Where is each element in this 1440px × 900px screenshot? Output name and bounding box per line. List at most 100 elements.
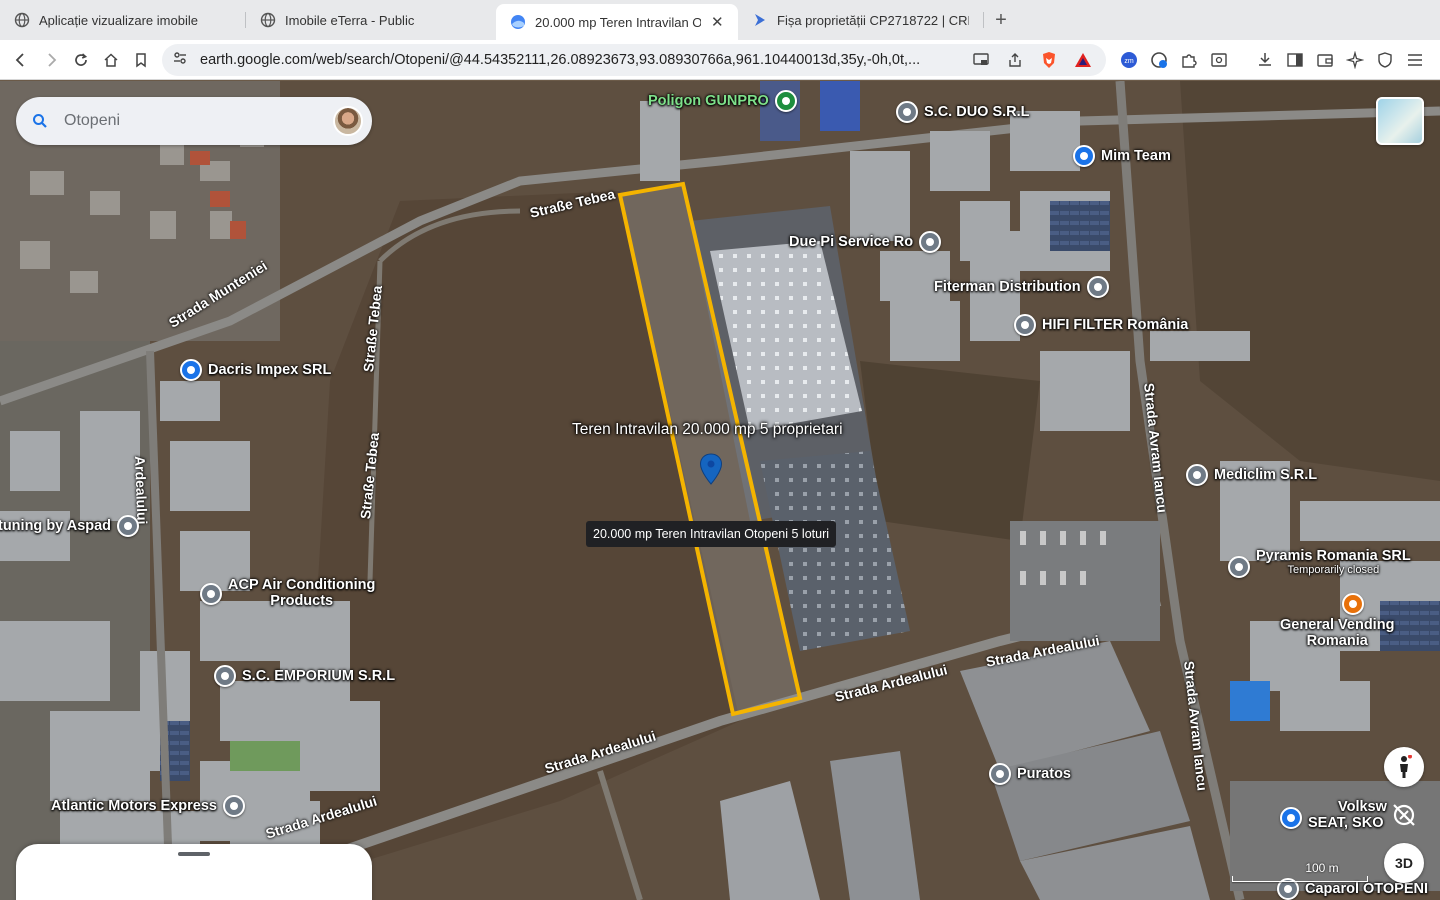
poi-mediclim[interactable]: Mediclim S.R.L [1186, 464, 1317, 486]
poi-name: Mim Team [1101, 148, 1171, 164]
globe-icon [260, 12, 276, 28]
poi-sc-duo[interactable]: S.C. DUO S.R.L [896, 101, 1030, 123]
poi-name: Atlantic Motors Express [51, 798, 217, 814]
svg-text:zm: zm [1124, 58, 1134, 65]
extensions-puzzle-icon[interactable] [1174, 45, 1204, 75]
poi-fiterman[interactable]: Fiterman Distribution [934, 276, 1109, 298]
poi-acp-air[interactable]: ACP Air Conditioning Products [200, 577, 375, 609]
wallet-icon[interactable] [1310, 45, 1340, 75]
share-icon[interactable] [1000, 45, 1030, 75]
satellite-imagery [0, 81, 1440, 900]
cast-icon[interactable] [966, 45, 996, 75]
poi-name: S.C. EMPORIUM S.R.L [242, 668, 396, 684]
search-box[interactable]: Otopeni [16, 97, 372, 145]
new-tab-button[interactable]: + [984, 3, 1018, 37]
forward-button[interactable] [36, 45, 66, 75]
place-pin-icon [896, 101, 918, 123]
poi-name: Mediclim S.R.L [1214, 467, 1318, 483]
download-icon[interactable] [1250, 45, 1280, 75]
placemark-pin-icon[interactable] [699, 453, 723, 485]
browser-toolbar: earth.google.com/web/search/Otopeni/@44.… [0, 40, 1440, 80]
place-pin-icon [223, 795, 245, 817]
restaurant-pin-icon [1342, 593, 1365, 615]
search-icon[interactable] [16, 113, 64, 129]
sidebar-icon[interactable] [1280, 45, 1310, 75]
poi-due-pi[interactable]: Due Pi Service Ro [789, 231, 942, 253]
reload-button[interactable] [66, 45, 96, 75]
brave-rewards-icon[interactable] [1068, 45, 1098, 75]
tab-aplicatie[interactable]: Aplicație vizualizare imobile [0, 0, 246, 40]
menu-icon[interactable] [1400, 45, 1430, 75]
home-button[interactable] [96, 45, 126, 75]
bottom-sheet[interactable] [16, 844, 372, 900]
tab-bar: Aplicație vizualizare imobile Imobile eT… [0, 0, 1440, 40]
tab-eterra[interactable]: Imobile eTerra - Public [246, 0, 496, 40]
tab-title: Imobile eTerra - Public [285, 12, 415, 28]
shopping-pin-icon [1073, 145, 1095, 167]
globe-icon [14, 12, 30, 28]
leo-ai-icon[interactable] [1340, 45, 1370, 75]
scale-bar: 100 m [1232, 861, 1368, 882]
poi-general-vending[interactable]: General Vending Romania [1280, 593, 1394, 649]
satellite-map[interactable]: Straße Tebea Strada Munteniei Straße Teb… [0, 81, 1440, 900]
poi-volkswagen[interactable]: Volksw SEAT, SKO [1280, 799, 1387, 831]
place-pin-icon [989, 763, 1011, 785]
bookmark-button[interactable] [126, 45, 156, 75]
poi-status: Temporarily closed [1287, 564, 1380, 576]
poi-name: Pyramis Romania SRL [1256, 548, 1411, 564]
close-tab-icon[interactable]: ✕ [711, 13, 724, 31]
tab-title: 20.000 mp Teren Intravilan Ot [535, 14, 701, 30]
tab-crm[interactable]: Fișa proprietății CP2718722 | CRM [738, 0, 984, 40]
poi-name: tuning by Aspad [0, 518, 112, 534]
search-input[interactable]: Otopeni [64, 112, 333, 130]
place-pin-icon [1228, 556, 1250, 578]
poi-name: HIFI FILTER România [1042, 317, 1189, 333]
poi-name: General Vending [1280, 617, 1395, 633]
street-view-pegman-button[interactable] [1384, 747, 1424, 787]
vpn-shield-icon[interactable] [1370, 45, 1400, 75]
poi-name: Volksw [1338, 799, 1387, 815]
placemark-tooltip: 20.000 mp Teren Intravilan Otopeni 5 lot… [586, 521, 837, 547]
poi-emporium[interactable]: S.C. EMPORIUM S.R.L [214, 665, 395, 687]
drag-handle[interactable] [178, 852, 210, 856]
poi-tuning-aspad[interactable]: tuning by Aspad [0, 515, 140, 537]
poi-name: Puratos [1017, 766, 1071, 782]
poi-name: Due Pi Service Ro [789, 234, 914, 250]
poi-name-line2: Products [270, 593, 334, 609]
poi-name: Fiterman Distribution [934, 279, 1081, 295]
place-pin-icon [117, 515, 140, 537]
place-pin-icon [214, 665, 236, 687]
toggle-3d-button[interactable]: 3D [1384, 843, 1424, 883]
poi-pyramis[interactable]: Pyramis Romania SRL Temporarily closed [1228, 548, 1411, 578]
site-settings-icon[interactable] [172, 50, 188, 71]
tab-title: Fișa proprietății CP2718722 | CRM [777, 12, 969, 28]
zoom-extension-icon[interactable]: zm [1114, 45, 1144, 75]
address-bar[interactable]: earth.google.com/web/search/Otopeni/@44.… [162, 44, 1106, 76]
poi-mim-team[interactable]: Mim Team [1073, 145, 1171, 167]
placemark-label: Teren Intravilan 20.000 mp 5 proprietari [572, 421, 843, 438]
place-pin-icon [1086, 276, 1109, 298]
google-earth-icon [510, 14, 526, 30]
shopping-pin-icon [1280, 807, 1302, 829]
shopping-pin-icon [180, 359, 202, 381]
poi-hifi-filter[interactable]: HIFI FILTER România [1014, 314, 1188, 336]
compass-reset-icon[interactable] [1384, 795, 1424, 835]
poi-poligon-gunpro[interactable]: Poligon GUNPRO [648, 90, 797, 112]
poi-puratos[interactable]: Puratos [989, 763, 1071, 785]
reading-list-icon[interactable] [1204, 45, 1234, 75]
tab-google-earth[interactable]: 20.000 mp Teren Intravilan Ot ✕ [496, 4, 738, 40]
place-pin-icon [200, 583, 222, 605]
back-button[interactable] [6, 45, 36, 75]
avatar[interactable] [333, 106, 363, 136]
poi-name: Dacris Impex SRL [208, 362, 332, 378]
poi-name-line2: Romania [1306, 633, 1368, 649]
poi-atlantic-motors[interactable]: Atlantic Motors Express [51, 795, 245, 817]
scale-label: 100 m [1305, 861, 1339, 875]
poi-name: ACP Air Conditioning [228, 577, 376, 593]
poi-dacris[interactable]: Dacris Impex SRL [180, 359, 331, 381]
poi-name-line2: SEAT, SKO [1308, 815, 1384, 831]
url-text: earth.google.com/web/search/Otopeni/@44.… [200, 52, 921, 68]
brave-shield-icon[interactable] [1034, 45, 1064, 75]
extension-badge-icon[interactable] [1144, 45, 1174, 75]
map-style-button[interactable] [1376, 97, 1424, 145]
